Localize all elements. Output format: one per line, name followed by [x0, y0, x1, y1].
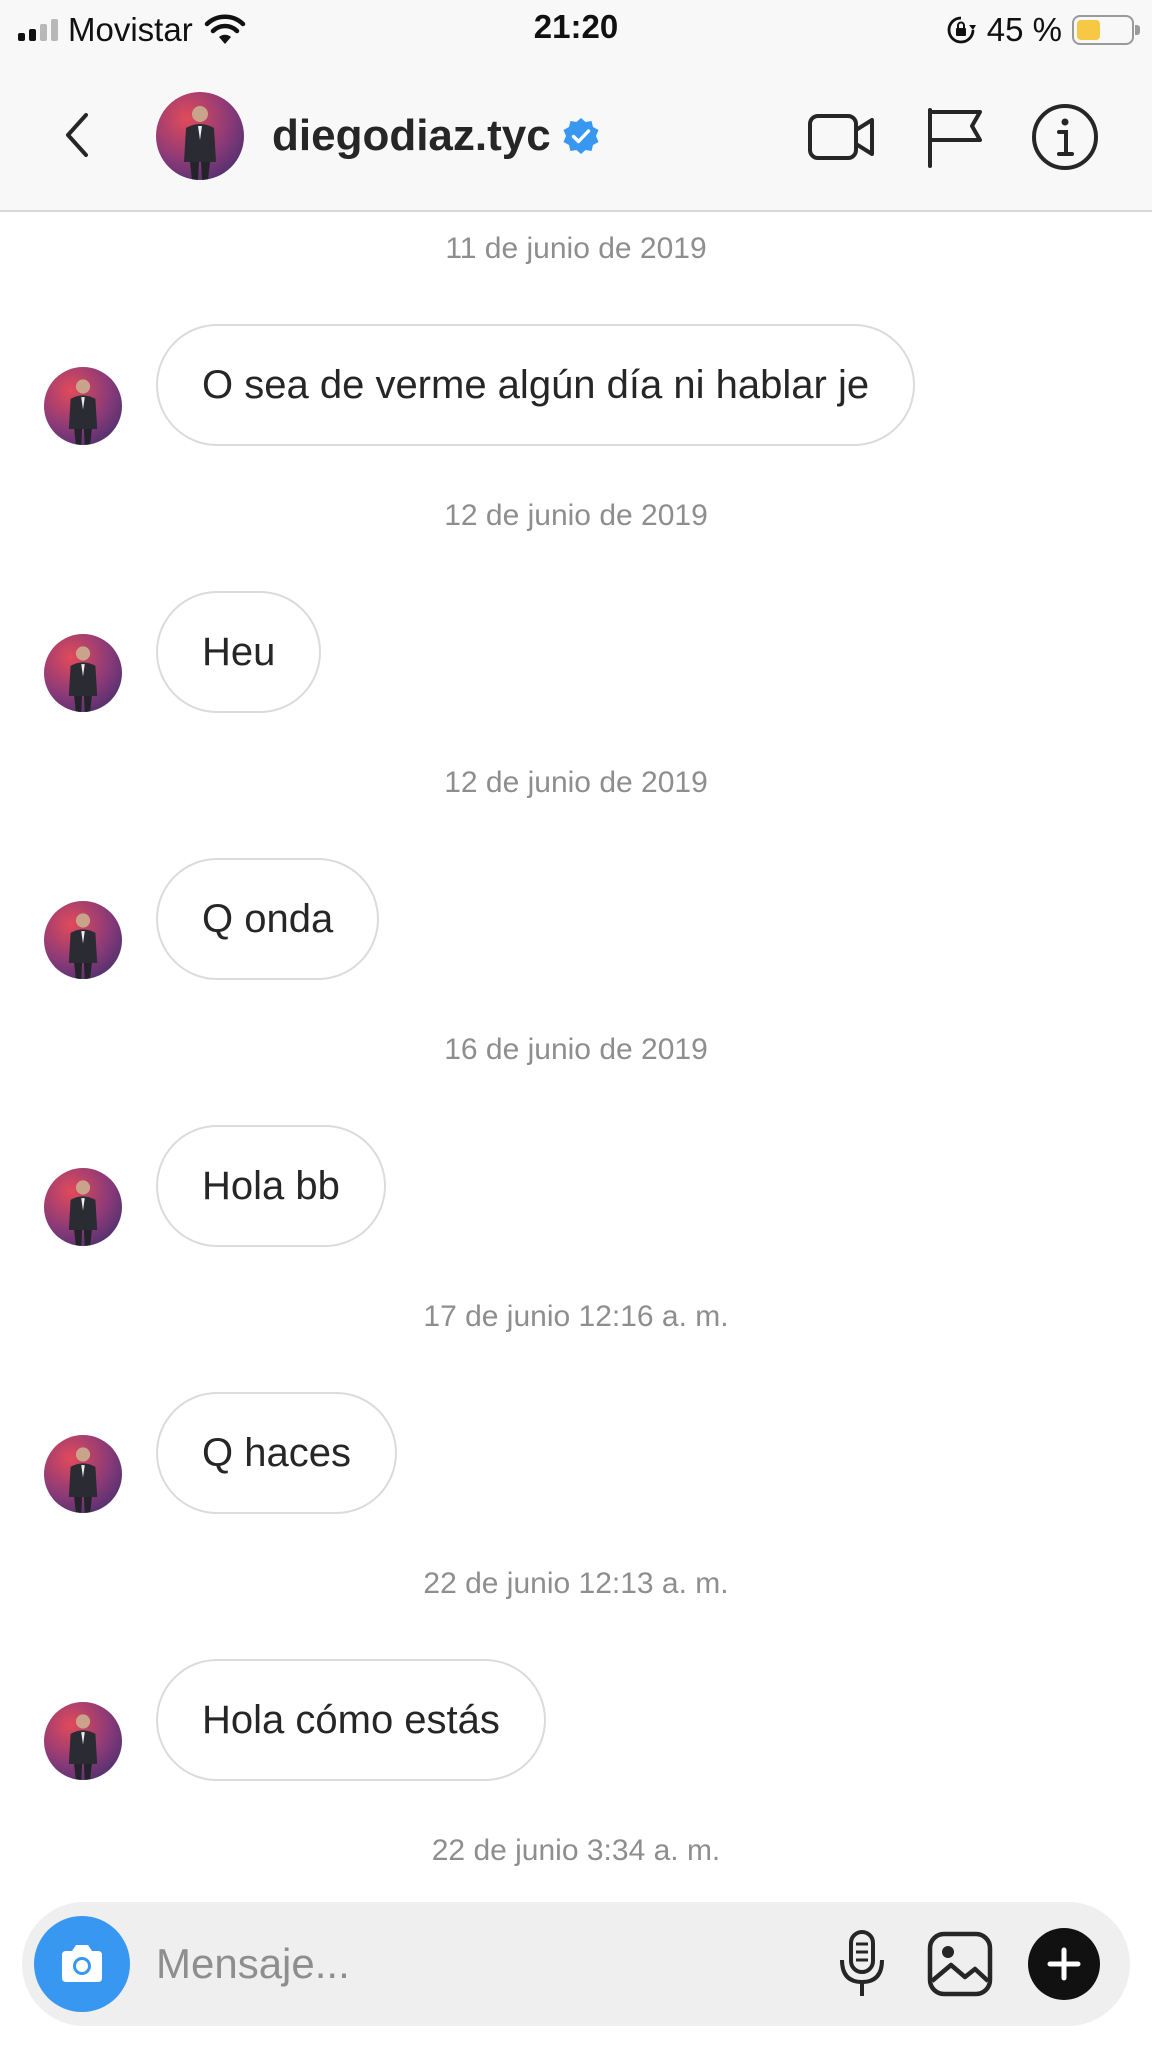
microphone-button[interactable] — [822, 1924, 902, 2004]
date-separator: 12 de junio de 2019 — [444, 766, 708, 799]
info-icon[interactable] — [1028, 100, 1102, 174]
dm-screen: Movistar 21:20 45 % diegodiaz.tyc 11 de … — [0, 0, 1152, 2048]
sender-avatar[interactable] — [44, 367, 122, 445]
message-input[interactable] — [156, 1924, 796, 2004]
sender-avatar[interactable] — [44, 901, 122, 979]
message-bubble[interactable]: Q onda — [156, 858, 380, 980]
message-thread[interactable]: 11 de junio de 2019 O sea de verme algún… — [0, 212, 1152, 1892]
message-bubble[interactable]: Q haces — [156, 1392, 397, 1514]
back-icon[interactable] — [52, 105, 104, 165]
date-separator: 22 de junio 12:13 a. m. — [423, 1567, 729, 1600]
chat-header: diegodiaz.tyc — [0, 60, 1152, 212]
username-group[interactable]: diegodiaz.tyc — [272, 108, 601, 164]
plus-button[interactable] — [1028, 1928, 1100, 2000]
microphone-icon — [840, 1930, 884, 1996]
username: diegodiaz.tyc — [272, 111, 551, 160]
sender-avatar[interactable] — [44, 1168, 122, 1246]
header-avatar[interactable] — [156, 92, 244, 180]
sender-avatar[interactable] — [44, 1702, 122, 1780]
date-separator: 22 de junio 3:34 a. m. — [431, 1834, 721, 1867]
sender-avatar[interactable] — [44, 1435, 122, 1513]
status-bar: Movistar 21:20 45 % — [0, 0, 1152, 60]
flag-icon[interactable] — [918, 100, 992, 174]
gallery-icon — [927, 1931, 993, 1997]
message-bubble[interactable]: O sea de verme algún día ni hablar je — [156, 324, 916, 446]
message-bubble[interactable]: Heu — [156, 591, 322, 713]
date-separator: 11 de junio de 2019 — [445, 232, 707, 265]
date-separator: 17 de junio 12:16 a. m. — [423, 1300, 729, 1333]
rotation-lock-icon — [947, 16, 976, 44]
message-composer — [22, 1902, 1130, 2026]
battery-percentage: 45 % — [986, 11, 1062, 48]
date-separator: 16 de junio de 2019 — [444, 1033, 708, 1066]
gallery-button[interactable] — [920, 1924, 1000, 2004]
verified-badge-icon — [563, 118, 599, 154]
camera-button[interactable] — [34, 1916, 130, 2012]
camera-icon — [62, 1945, 102, 1982]
date-separator: 12 de junio de 2019 — [444, 499, 708, 532]
sender-avatar[interactable] — [44, 634, 122, 712]
plus-icon — [1047, 1947, 1081, 1981]
status-right: 45 % — [945, 10, 1140, 50]
message-bubble[interactable]: Hola bb — [156, 1125, 386, 1247]
battery-icon — [1072, 15, 1140, 45]
message-bubble[interactable]: Hola cómo estás — [156, 1659, 546, 1781]
video-call-icon[interactable] — [804, 100, 878, 174]
